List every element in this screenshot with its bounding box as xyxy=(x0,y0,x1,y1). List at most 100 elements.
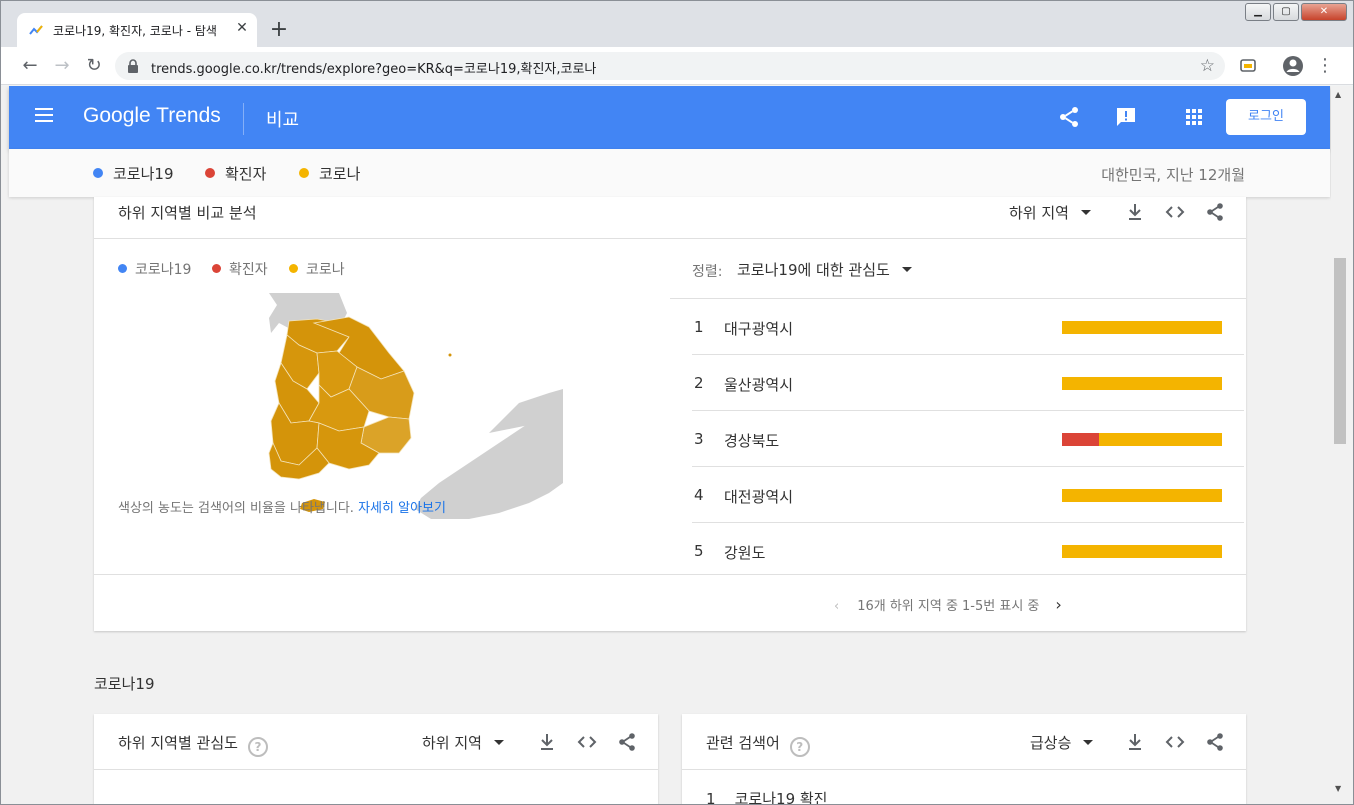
card-title-text: 하위 지역별 관심도 xyxy=(118,734,238,752)
term-chip[interactable]: 코로나 xyxy=(299,163,360,184)
dropdown-label: 급상승 xyxy=(1030,734,1072,752)
card-title: 하위 지역별 비교 분석 xyxy=(118,204,257,222)
browser-toolbar: ← → ↻ trends.google.co.kr/trends/explore… xyxy=(1,47,1353,85)
query-rank: 1 xyxy=(706,790,716,805)
new-tab-icon[interactable]: + xyxy=(265,17,293,45)
download-icon[interactable] xyxy=(1124,731,1146,753)
card-title: 관련 검색어? xyxy=(706,732,810,757)
scroll-up-icon[interactable]: ▲ xyxy=(1335,90,1341,99)
subregion-dropdown[interactable]: 하위 지역 xyxy=(422,732,504,753)
feedback-icon[interactable] xyxy=(1114,105,1138,129)
sort-dropdown[interactable]: 코로나19에 대한 관심도 xyxy=(737,259,912,280)
share-icon[interactable] xyxy=(616,731,638,753)
reload-icon[interactable]: ↻ xyxy=(83,55,105,77)
related-query-item[interactable]: 1 코로나19 확진 xyxy=(706,788,828,805)
region-rank: 3 xyxy=(694,430,704,448)
rising-dropdown[interactable]: 급상승 xyxy=(1030,732,1094,753)
help-icon[interactable]: ? xyxy=(789,737,810,757)
region-rank: 1 xyxy=(694,318,704,336)
help-icon[interactable]: ? xyxy=(247,737,268,757)
browser-window: 코로나19, 확진자, 코로나 - 탐색 ✕ + ▁ ▢ ✕ ← → ↻ tre… xyxy=(0,0,1354,805)
tab-close-icon[interactable]: ✕ xyxy=(233,19,251,37)
prev-page-icon[interactable]: ‹ xyxy=(834,599,839,614)
back-arrow-icon[interactable]: ← xyxy=(19,55,41,77)
region-rank: 4 xyxy=(694,486,704,504)
query-text: 코로나19 확진 xyxy=(734,790,828,805)
trends-favicon-icon xyxy=(29,25,43,35)
term-section-label: 코로나19 xyxy=(94,675,155,693)
login-button[interactable]: 로그인 xyxy=(1226,99,1306,135)
url-text[interactable]: trends.google.co.kr/trends/explore?geo=K… xyxy=(151,58,596,77)
map-legend-item: 코로나19 xyxy=(118,259,191,279)
dropdown-label: 하위 지역 xyxy=(1009,204,1069,222)
share-bar xyxy=(1062,545,1222,558)
page-scrollbar[interactable]: ▲ ▼ xyxy=(1331,86,1353,804)
share-icon[interactable] xyxy=(1204,201,1226,223)
legend-dot xyxy=(212,264,221,273)
lock-icon xyxy=(128,59,138,73)
share-bar xyxy=(1062,377,1222,390)
region-row[interactable]: 1 대구광역시 xyxy=(692,299,1244,355)
download-icon[interactable] xyxy=(1124,201,1146,223)
embed-code-icon[interactable] xyxy=(576,731,598,753)
subregion-dropdown[interactable]: 하위 지역 xyxy=(1009,202,1091,223)
pagination: ‹ 16개 하위 지역 중 1-5번 표시 중 › xyxy=(834,595,1062,614)
related-queries-card: 관련 검색어? 급상승 1 코로나19 확진 xyxy=(682,714,1246,805)
region-row[interactable]: 3 경상북도 xyxy=(692,411,1244,467)
window-close-icon[interactable]: ✕ xyxy=(1301,3,1347,21)
bookmark-star-icon[interactable]: ☆ xyxy=(1200,56,1215,76)
share-segment xyxy=(1062,377,1222,390)
caret-down-icon xyxy=(493,740,504,745)
term-label: 확진자 xyxy=(225,165,267,183)
card-footer-divider xyxy=(94,574,1246,575)
learn-more-link[interactable]: 자세히 알아보기 xyxy=(358,501,446,516)
next-page-icon[interactable]: › xyxy=(1055,595,1061,614)
address-bar[interactable]: trends.google.co.kr/trends/explore?geo=K… xyxy=(115,52,1225,80)
google-trends-logo[interactable]: Google Trends xyxy=(83,104,221,128)
kebab-menu-icon[interactable]: ⋮ xyxy=(1314,55,1336,77)
scroll-down-icon[interactable]: ▼ xyxy=(1335,784,1341,793)
legend-label: 확진자 xyxy=(229,262,268,278)
profile-avatar-icon[interactable] xyxy=(1282,55,1304,77)
cast-icon[interactable] xyxy=(1239,57,1257,75)
term-color-dot xyxy=(299,168,309,178)
tab-title: 코로나19, 확진자, 코로나 - 탐색 xyxy=(53,24,217,38)
map-legend-item: 코로나 xyxy=(289,259,345,279)
region-row[interactable]: 2 울산광역시 xyxy=(692,355,1244,411)
scope-summary[interactable]: 대한민국, 지난 12개월 xyxy=(1101,164,1245,185)
hamburger-menu-icon[interactable] xyxy=(35,108,53,122)
embed-code-icon[interactable] xyxy=(1164,201,1186,223)
legend-label: 코로나 xyxy=(306,262,345,278)
share-bar xyxy=(1062,433,1222,446)
maximize-icon[interactable]: ▢ xyxy=(1273,3,1299,21)
share-segment xyxy=(1062,489,1222,502)
share-bar xyxy=(1062,489,1222,502)
term-chip[interactable]: 확진자 xyxy=(205,163,266,184)
window-controls: ▁ ▢ ✕ xyxy=(1245,3,1347,21)
pager-text: 16개 하위 지역 중 1-5번 표시 중 xyxy=(857,599,1040,614)
map-legend-item: 확진자 xyxy=(212,259,268,279)
share-icon[interactable] xyxy=(1057,105,1081,129)
caret-down-icon xyxy=(901,267,912,272)
term-label: 코로나19 xyxy=(113,165,174,183)
apps-grid-icon[interactable] xyxy=(1182,105,1206,129)
share-segment xyxy=(1062,545,1222,558)
embed-code-icon[interactable] xyxy=(1164,731,1186,753)
term-chip[interactable]: 코로나19 xyxy=(93,163,174,184)
download-icon[interactable] xyxy=(536,731,558,753)
share-segment xyxy=(1098,433,1222,446)
share-icon[interactable] xyxy=(1204,731,1226,753)
share-segment xyxy=(1062,321,1222,334)
minimize-icon[interactable]: ▁ xyxy=(1245,3,1271,21)
map-hint: 색상의 농도는 검색어의 비율을 나타냅니다. 자세히 알아보기 xyxy=(118,497,446,516)
scroll-thumb[interactable] xyxy=(1334,258,1346,444)
region-row[interactable]: 5 강원도 xyxy=(692,523,1244,579)
legend-dot xyxy=(289,264,298,273)
interest-by-subregion-card: 하위 지역별 관심도? 하위 지역 xyxy=(94,714,658,804)
card-divider xyxy=(94,238,1246,239)
forward-arrow-icon[interactable]: → xyxy=(51,55,73,77)
browser-tab[interactable]: 코로나19, 확진자, 코로나 - 탐색 ✕ xyxy=(17,13,257,47)
korea-region-map[interactable] xyxy=(199,293,569,519)
region-name: 대전광역시 xyxy=(724,488,794,506)
region-row[interactable]: 4 대전광역시 xyxy=(692,467,1244,523)
